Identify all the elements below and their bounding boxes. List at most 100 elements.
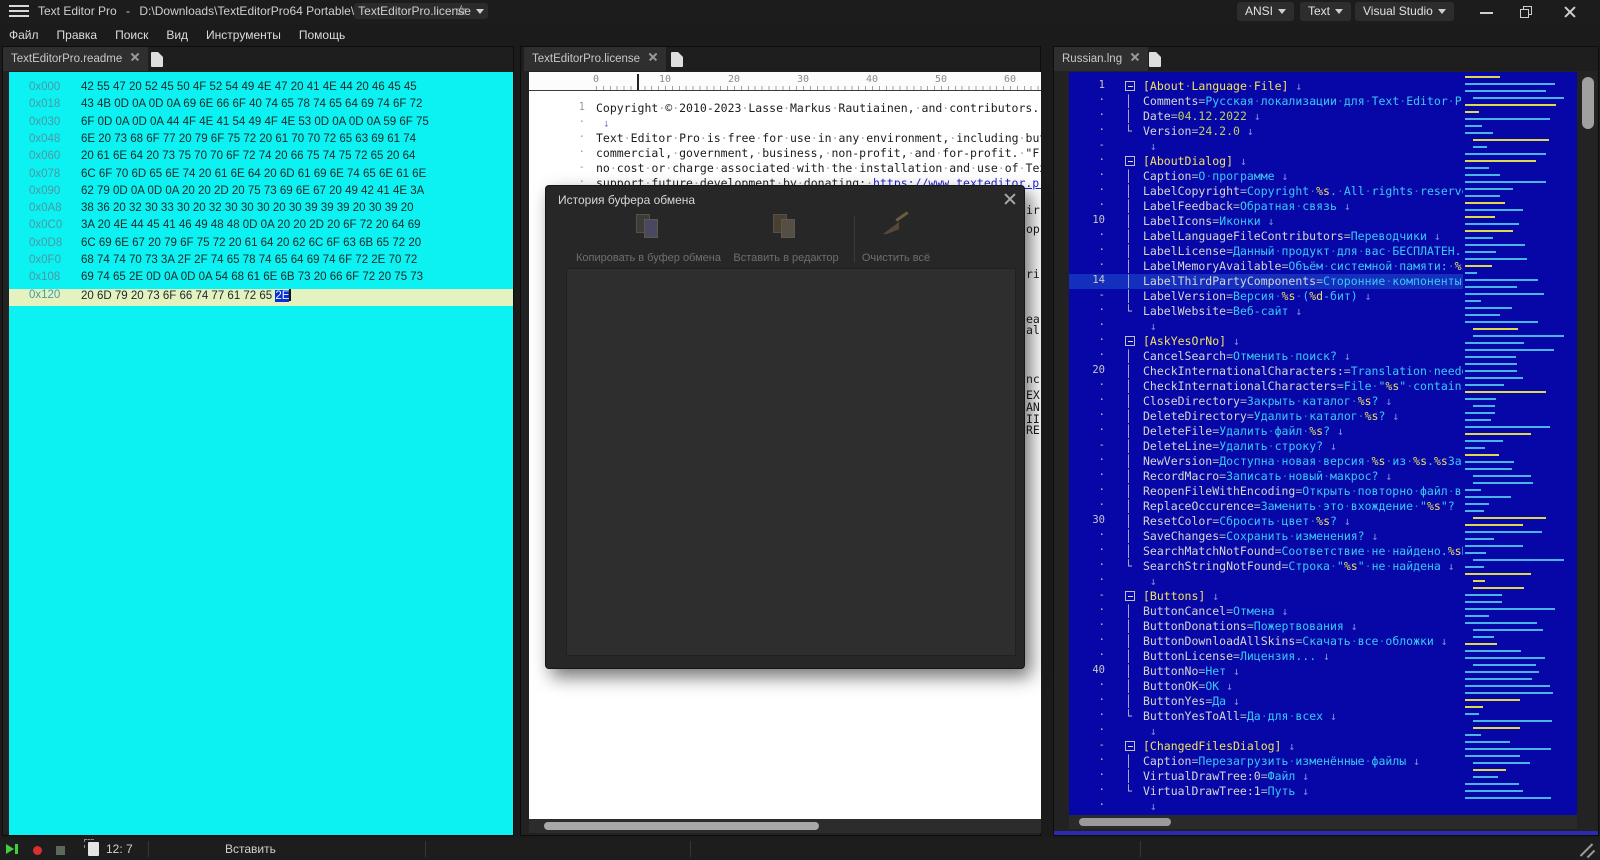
code-text: Version=24.2.0 ↓ xyxy=(1143,124,1254,138)
line-number: · xyxy=(1098,409,1105,421)
encoding-dropdown[interactable]: ANSI xyxy=(1237,2,1295,21)
hex-editor[interactable]: 0x000 42 55 47 20 52 45 50 4F 52 54 49 4E… xyxy=(9,72,513,835)
code-text: ButtonOK=ОК ↓ xyxy=(1143,679,1234,693)
fold-guide: │ xyxy=(1125,694,1132,708)
menu-item-Помощь[interactable]: Помощь xyxy=(290,24,354,46)
line-number: · xyxy=(1098,559,1105,571)
fold-guide: │ xyxy=(1125,619,1132,633)
tab-texteditorpro-license[interactable]: TextEditorPro.license xyxy=(524,47,667,71)
minimap-line xyxy=(1465,370,1517,372)
new-document-icon[interactable] xyxy=(671,52,683,67)
vertical-scrollbar[interactable] xyxy=(1579,71,1597,835)
minimap-line xyxy=(1465,447,1485,449)
hex-editor-panel: TextEditorPro.readme 0x000 42 55 47 20 52… xyxy=(2,46,514,836)
paste-to-editor-button[interactable]: Вставить в редактор xyxy=(724,212,848,264)
line-number: · xyxy=(1098,499,1105,511)
minimap-line xyxy=(1465,440,1503,442)
minimap-line xyxy=(1465,363,1517,365)
hex-offset: 0x090 xyxy=(29,184,61,197)
minimap-line xyxy=(1465,510,1484,512)
line-number: - xyxy=(1098,589,1105,601)
code-text: ButtonCancel=Отмена ↓ xyxy=(1143,604,1289,618)
favorite-star-icon[interactable]: ☆ xyxy=(455,2,468,19)
minimap-line xyxy=(1465,384,1504,386)
minimap-line xyxy=(1465,692,1553,694)
minimap-line xyxy=(1465,307,1512,309)
tab-russian-lng[interactable]: Russian.lng xyxy=(1054,47,1149,71)
new-document-icon[interactable] xyxy=(1149,52,1161,67)
menu-item-Файл[interactable]: Файл xyxy=(0,24,48,46)
fold-guide: │ xyxy=(1125,274,1132,288)
close-button[interactable] xyxy=(1553,0,1587,24)
minimap-line xyxy=(1465,650,1521,652)
line-number: · xyxy=(1098,334,1105,346)
code-text: ↓ xyxy=(1143,319,1157,333)
menu-item-Поиск[interactable]: Поиск xyxy=(106,24,157,46)
close-icon[interactable] xyxy=(130,52,140,62)
new-document-icon[interactable] xyxy=(151,52,163,67)
minimap-line xyxy=(1473,335,1564,337)
hamburger-menu-icon[interactable] xyxy=(9,5,29,19)
code-minimap[interactable] xyxy=(1463,72,1577,815)
minimap-line xyxy=(1465,419,1491,421)
line-number: - xyxy=(1098,289,1105,301)
record-macro-icon[interactable] xyxy=(33,846,42,855)
clipboard-history-list[interactable] xyxy=(566,268,1016,656)
lang-code-editor[interactable]: 1 [About·Language·File] ↓ · │ Comments=Русск… xyxy=(1069,72,1577,815)
menu-item-Инструменты[interactable]: Инструменты xyxy=(197,24,290,46)
minimize-button[interactable] xyxy=(1470,0,1504,24)
minimap-line xyxy=(1465,797,1551,799)
language-file-panel: Russian.lng 1 [About·Language·File] ↓ · │ Co… xyxy=(1053,46,1599,836)
scrollbar-thumb[interactable] xyxy=(544,822,819,830)
code-text: CancelSearch=Отменить·поиск? ↓ xyxy=(1143,349,1351,363)
license-text-line: ↓ xyxy=(596,116,610,130)
filetype-dropdown[interactable]: Text xyxy=(1300,2,1352,21)
minimap-line xyxy=(1465,468,1512,470)
scrollbar-thumb[interactable] xyxy=(1582,77,1594,129)
minimap-line xyxy=(1473,139,1549,141)
menu-item-Вид[interactable]: Вид xyxy=(157,24,197,46)
minimap-line xyxy=(1465,258,1527,260)
menu-item-Правка[interactable]: Правка xyxy=(48,24,107,46)
minimap-line xyxy=(1465,377,1523,379)
line-number: 40 xyxy=(1092,664,1105,676)
copy-to-clipboard-button[interactable]: Копировать в буфер обмена xyxy=(556,212,741,264)
minimap-line xyxy=(1473,636,1494,638)
scrollbar-thumb[interactable] xyxy=(1079,818,1171,826)
code-text: ButtonNo=Нет ↓ xyxy=(1143,664,1240,678)
code-text: [Buttons] ↓ xyxy=(1143,589,1220,603)
hex-row: 0x120 20 6D 79 20 73 6F 66 74 77 61 72 65… xyxy=(9,288,513,306)
file-name-dropdown[interactable]: TextEditorPro.license xyxy=(354,3,488,19)
fold-guide: └ xyxy=(1125,559,1132,573)
clipboard-history-dialog: История буфера обмена Копировать в буфер… xyxy=(545,185,1025,669)
clear-all-button[interactable]: Очистить всё xyxy=(858,211,934,264)
minimap-line xyxy=(1465,279,1538,281)
play-macro-icon[interactable] xyxy=(6,844,14,854)
fold-guide: │ xyxy=(1125,409,1132,423)
minimap-line xyxy=(1465,643,1497,645)
license-edge-fragment: ri xyxy=(1026,267,1040,281)
maximize-button[interactable] xyxy=(1510,0,1544,24)
horizontal-scrollbar[interactable] xyxy=(529,819,1041,833)
license-edge-fragment: ir xyxy=(1026,203,1040,217)
stop-macro-icon[interactable] xyxy=(56,846,65,855)
line-number: · xyxy=(1098,679,1105,691)
tab-texteditorpro-readme[interactable]: TextEditorPro.readme xyxy=(3,47,149,71)
horizontal-scrollbar[interactable] xyxy=(1069,815,1577,829)
close-icon[interactable] xyxy=(1130,52,1140,62)
code-text: LabelThirdPartyComponents=Сторонние·комп… xyxy=(1143,274,1475,288)
hex-bytes: 6C 6F 70 6D 65 6E 74 20 61 6E 64 20 6D 6… xyxy=(81,167,427,180)
line-number: · xyxy=(1098,259,1105,271)
code-text: [AboutDialog] ↓ xyxy=(1143,154,1247,168)
ruler-label: 50 xyxy=(934,74,948,85)
code-text: VirtualDrawTree:0=Файл ↓ xyxy=(1143,769,1310,783)
close-icon[interactable] xyxy=(648,52,658,62)
ruler-label: 30 xyxy=(796,74,810,85)
fold-guide: │ xyxy=(1125,94,1132,108)
close-icon[interactable] xyxy=(1002,191,1018,207)
hex-bytes: 62 79 0D 0A 0D 0A 20 20 2D 20 75 73 69 6… xyxy=(81,184,425,197)
minimap-line xyxy=(1465,783,1519,785)
theme-dropdown[interactable]: Visual Studio xyxy=(1355,2,1454,21)
code-text: ButtonYesToAll=Да·для·всех ↓ xyxy=(1143,709,1337,723)
line-number: · xyxy=(1098,799,1105,811)
